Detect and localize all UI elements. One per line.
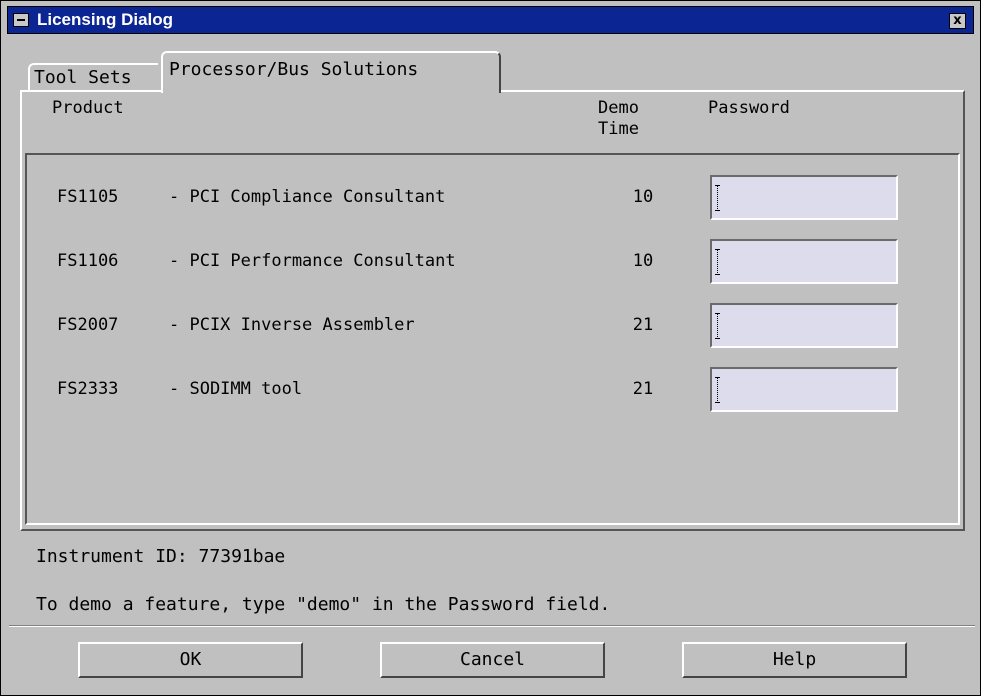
demo-time: 21 (632, 379, 654, 399)
help-button[interactable]: Help (682, 642, 907, 678)
password-field[interactable] (710, 367, 898, 412)
tab-processor-bus-solutions[interactable]: Processor/Bus Solutions (161, 51, 501, 93)
product-name: - PCI Performance Consultant (169, 251, 456, 271)
demo-header-line1: Demo (598, 98, 639, 118)
password-field[interactable] (710, 239, 898, 284)
table-row: FS2007 - PCIX Inverse Assembler 21 (27, 303, 958, 351)
product-code: FS1105 (57, 187, 119, 207)
column-header-password: Password (708, 98, 790, 118)
product-code: FS1106 (57, 251, 119, 271)
title-bar: Licensing Dialog x (7, 6, 974, 34)
table-row: FS1106 - PCI Performance Consultant 10 (27, 239, 958, 287)
password-field[interactable] (710, 175, 898, 220)
window-title: Licensing Dialog (37, 10, 174, 29)
column-header-demo-time: Demo Time (598, 98, 639, 140)
product-name: - PCI Compliance Consultant (169, 187, 446, 207)
product-list: FS1105 - PCI Compliance Consultant 10 FS… (25, 153, 960, 525)
password-field[interactable] (710, 303, 898, 348)
demo-header-line2: Time (598, 119, 639, 139)
product-name: - SODIMM tool (169, 379, 303, 399)
ok-button[interactable]: OK (78, 642, 303, 678)
demo-time: 10 (632, 251, 654, 271)
cancel-button[interactable]: Cancel (380, 642, 605, 678)
instrument-id: Instrument ID: 77391bae (36, 546, 286, 567)
table-row: FS2333 - SODIMM tool 21 (27, 367, 958, 415)
product-code: FS2007 (57, 315, 119, 335)
column-header-product: Product (52, 98, 124, 118)
product-name: - PCIX Inverse Assembler (169, 315, 415, 335)
window-menu-icon[interactable] (13, 13, 29, 27)
close-icon[interactable]: x (949, 13, 966, 29)
demo-time: 21 (632, 315, 654, 335)
text-cursor-icon (715, 377, 721, 403)
table-row: FS1105 - PCI Compliance Consultant 10 (27, 175, 958, 223)
demo-hint: To demo a feature, type "demo" in the Pa… (36, 594, 611, 615)
demo-time: 10 (632, 187, 654, 207)
text-cursor-icon (715, 249, 721, 275)
divider (9, 625, 975, 627)
products-panel: Product Demo Time Password FS1105 - PCI … (20, 90, 965, 531)
text-cursor-icon (715, 313, 721, 339)
licensing-dialog: Licensing Dialog x Tool Sets Processor/B… (0, 0, 981, 696)
product-code: FS2333 (57, 379, 119, 399)
text-cursor-icon (715, 185, 721, 211)
tab-tool-sets[interactable]: Tool Sets (28, 63, 158, 90)
